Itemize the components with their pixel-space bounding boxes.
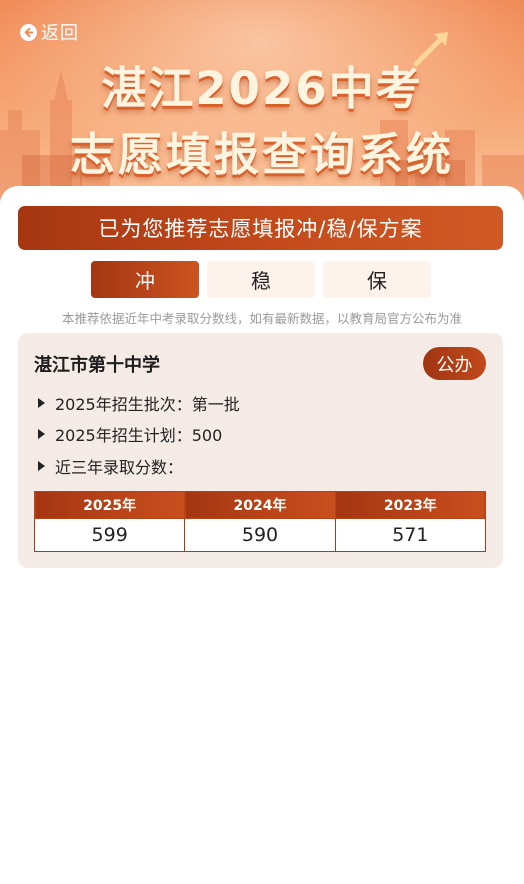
info-batch: 2025年招生批次：第一批 xyxy=(38,391,240,415)
recommendation-banner: 已为您推荐志愿填报冲/稳/保方案 xyxy=(18,206,503,250)
back-label: 返回 xyxy=(41,23,79,44)
tab-wen[interactable]: 稳 xyxy=(207,261,315,298)
plan-tabs: 冲 稳 保 xyxy=(91,261,433,299)
score-table: 2025年 2024年 2023年 599 590 571 xyxy=(33,491,487,552)
triangle-right-icon xyxy=(38,398,45,408)
score-table-row: 599 590 571 xyxy=(33,518,487,552)
info-plan-text: 2025年招生计划：500 xyxy=(55,426,223,445)
score-header-2025: 2025年 xyxy=(33,491,186,519)
back-button[interactable]: 返回 xyxy=(20,20,79,44)
score-header-2024: 2024年 xyxy=(184,491,336,519)
triangle-right-icon xyxy=(38,461,45,471)
triangle-right-icon xyxy=(38,429,45,439)
score-header-2023: 2023年 xyxy=(334,491,487,519)
info-batch-text: 2025年招生批次：第一批 xyxy=(55,395,240,414)
school-name: 湛江市第十中学 xyxy=(34,355,160,376)
score-value-2023: 571 xyxy=(334,518,487,552)
page-title-line-2: 志愿填报查询系统 xyxy=(69,128,454,181)
school-type-badge: 公办 xyxy=(423,347,486,380)
info-scores-text: 近三年录取分数： xyxy=(55,458,184,477)
tab-bao[interactable]: 保 xyxy=(323,261,431,298)
score-table-header-row: 2025年 2024年 2023年 xyxy=(33,491,487,519)
school-card[interactable]: 湛江市第十中学 公办 2025年招生批次：第一批 2025年招生计划：500 近… xyxy=(18,333,503,568)
info-plan: 2025年招生计划：500 xyxy=(38,422,222,446)
content-panel: 已为您推荐志愿填报冲/稳/保方案 冲 稳 保 本推荐依据近年中考录取分数线，如有… xyxy=(0,186,524,884)
tab-chong[interactable]: 冲 xyxy=(91,261,199,298)
score-value-2025: 599 xyxy=(33,518,186,552)
info-scores: 近三年录取分数： xyxy=(38,454,183,478)
disclaimer-note: 本推荐依据近年中考录取分数线，如有最新数据，以教育局官方公布为准 xyxy=(61,311,462,326)
score-value-2024: 590 xyxy=(184,518,336,552)
page-title-line-1: 湛江2026中考 xyxy=(101,62,423,115)
arrow-left-circle-icon xyxy=(20,23,37,41)
